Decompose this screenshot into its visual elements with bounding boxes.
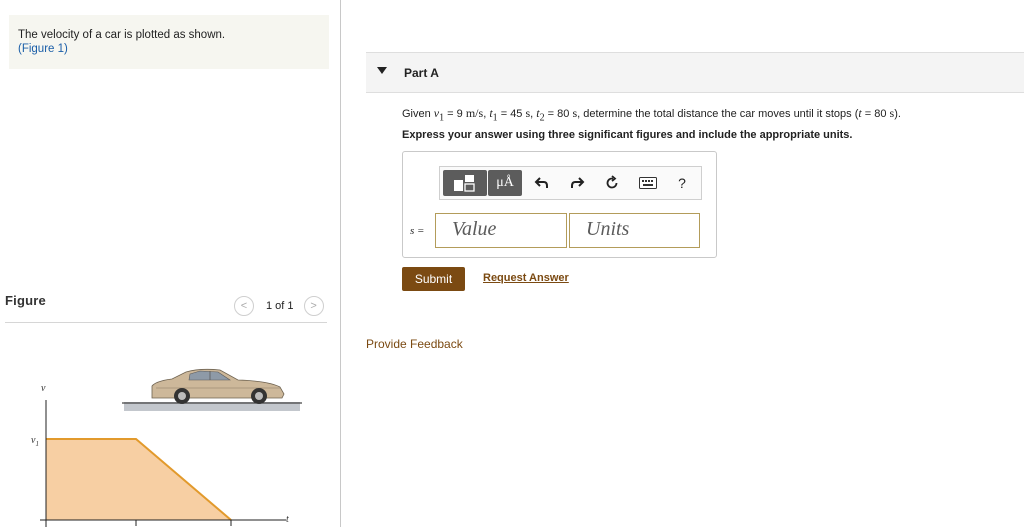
velocity-figure: v v1 t xyxy=(31,368,302,527)
figure-header: Figure xyxy=(5,293,46,308)
request-answer-link[interactable]: Request Answer xyxy=(483,272,569,284)
car-illustration xyxy=(151,368,285,404)
problem-statement: The velocity of a car is plotted as show… xyxy=(18,29,226,41)
figure-pager: < 1 of 1 > xyxy=(234,295,324,317)
help-icon: ? xyxy=(678,175,686,191)
figure-divider xyxy=(5,322,327,323)
prev-figure-button[interactable]: < xyxy=(234,296,254,316)
v1-unit: m/s xyxy=(465,106,484,120)
figure-link[interactable]: (Figure 1) xyxy=(18,42,329,56)
value-input[interactable]: Value xyxy=(435,213,567,248)
column-divider xyxy=(340,0,341,527)
t1-value: = 45 xyxy=(497,108,526,120)
chevron-left-icon: < xyxy=(240,300,248,312)
submit-button[interactable]: Submit xyxy=(402,267,465,291)
given-values: Given v1 = 9 m/s, t1 = 45 s, t2 = 80 s, … xyxy=(402,106,901,124)
t-value: = 80 xyxy=(861,108,890,120)
templates-button[interactable] xyxy=(443,170,487,196)
caret-down-icon[interactable] xyxy=(377,67,387,74)
y-axis-label: v xyxy=(41,383,46,394)
next-figure-button[interactable]: > xyxy=(303,296,324,316)
redo-button[interactable] xyxy=(567,170,587,196)
units-button[interactable]: μÅ xyxy=(488,170,522,196)
v1-tick-label: v1 xyxy=(31,435,39,448)
undo-button[interactable] xyxy=(532,170,552,196)
units-input[interactable]: Units xyxy=(569,213,700,248)
undo-icon xyxy=(534,177,548,188)
templates-icon xyxy=(454,175,475,192)
answer-instruction: Express your answer using three signific… xyxy=(402,129,853,141)
provide-feedback-link[interactable]: Provide Feedback xyxy=(366,337,463,351)
keyboard-button[interactable] xyxy=(636,170,660,196)
v1-value: = 9 xyxy=(444,108,466,120)
problem-statement-box: The velocity of a car is plotted as show… xyxy=(9,15,329,69)
given-close: ). xyxy=(894,108,901,120)
road-illustration xyxy=(122,402,302,411)
reset-icon xyxy=(606,175,618,189)
x-axis-label: t xyxy=(286,514,289,525)
chevron-right-icon: > xyxy=(310,300,317,312)
t1-unit: s xyxy=(525,106,531,120)
answer-variable-label: s = xyxy=(410,225,425,237)
part-title: Part A xyxy=(404,66,439,80)
v1-tick-sub: 1 xyxy=(35,440,39,448)
redo-icon xyxy=(571,177,585,188)
t2-value: = 80 xyxy=(544,108,573,120)
units-icon: μÅ xyxy=(496,175,514,190)
given-lead: Given xyxy=(402,108,434,120)
reset-button[interactable] xyxy=(602,170,622,196)
help-button[interactable]: ? xyxy=(672,170,692,196)
figure-page-count: 1 of 1 xyxy=(266,300,294,312)
part-a-header[interactable]: Part A xyxy=(366,52,1024,93)
math-toolbar: μÅ ? xyxy=(439,166,702,200)
keyboard-icon xyxy=(639,177,657,189)
given-tail: , determine the total distance the car m… xyxy=(577,108,859,120)
